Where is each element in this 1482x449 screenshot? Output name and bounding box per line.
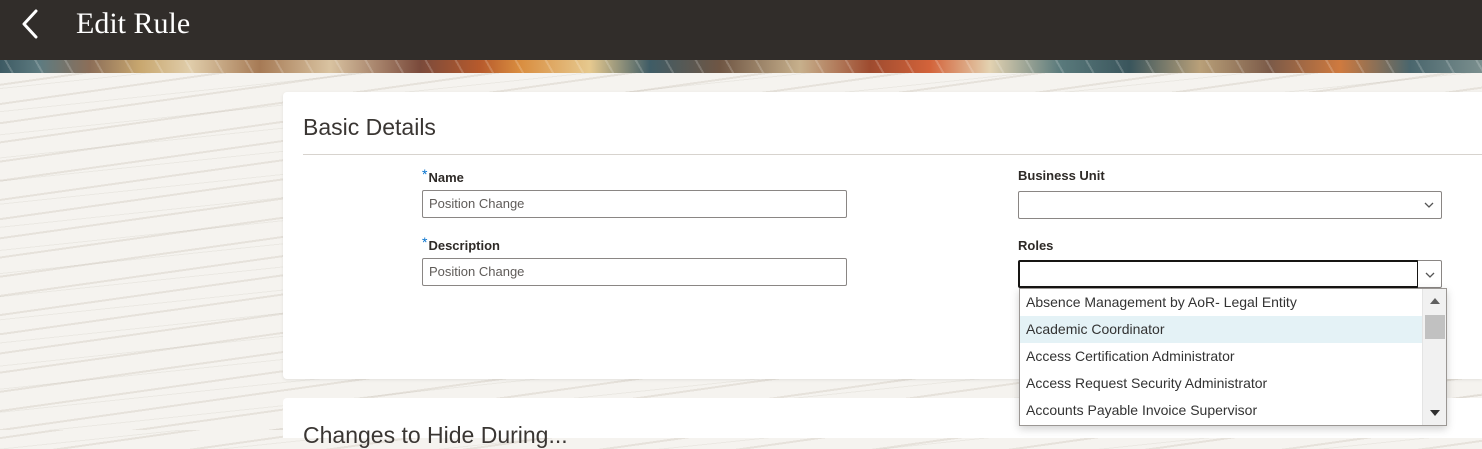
roles-option[interactable]: Accounts Payable Invoice Supervisor <box>1020 397 1422 424</box>
roles-option[interactable]: Access Certification Administrator <box>1020 343 1422 370</box>
chevron-down-icon <box>1425 272 1435 278</box>
name-input[interactable]: Position Change <box>422 190 847 218</box>
roles-label: Roles <box>1018 238 1054 253</box>
roles-option[interactable]: Access Request Security Administrator <box>1020 370 1422 397</box>
page-title: Edit Rule <box>76 7 191 40</box>
roles-input[interactable] <box>1018 260 1419 288</box>
header-bar: Edit Rule <box>0 0 1482 60</box>
roles-dropdown-button[interactable] <box>1418 260 1442 288</box>
description-label: *Description <box>422 234 500 253</box>
section-divider <box>303 154 1482 155</box>
roles-dropdown-list: Absence Management by AoR- Legal Entity … <box>1019 288 1447 426</box>
scroll-thumb[interactable] <box>1425 315 1445 339</box>
decorative-banner <box>0 60 1482 73</box>
next-section-title: Changes to Hide During... <box>303 422 568 448</box>
roles-option[interactable]: Absence Management by AoR- Legal Entity <box>1020 289 1422 316</box>
business-unit-label: Business Unit <box>1018 168 1105 183</box>
description-input[interactable]: Position Change <box>422 258 847 286</box>
section-title: Basic Details <box>303 114 436 140</box>
back-button[interactable] <box>14 6 46 42</box>
scroll-up-icon[interactable] <box>1429 297 1441 305</box>
roles-option-highlighted[interactable]: Academic Coordinator <box>1020 316 1422 343</box>
scroll-down-icon[interactable] <box>1429 409 1441 417</box>
business-unit-select[interactable] <box>1018 191 1442 219</box>
name-label: *Name <box>422 166 464 185</box>
chevron-left-icon <box>22 9 38 39</box>
required-indicator: * <box>422 166 428 182</box>
dropdown-scrollbar[interactable] <box>1422 289 1446 425</box>
chevron-down-icon <box>1424 202 1434 208</box>
required-indicator: * <box>422 234 428 250</box>
